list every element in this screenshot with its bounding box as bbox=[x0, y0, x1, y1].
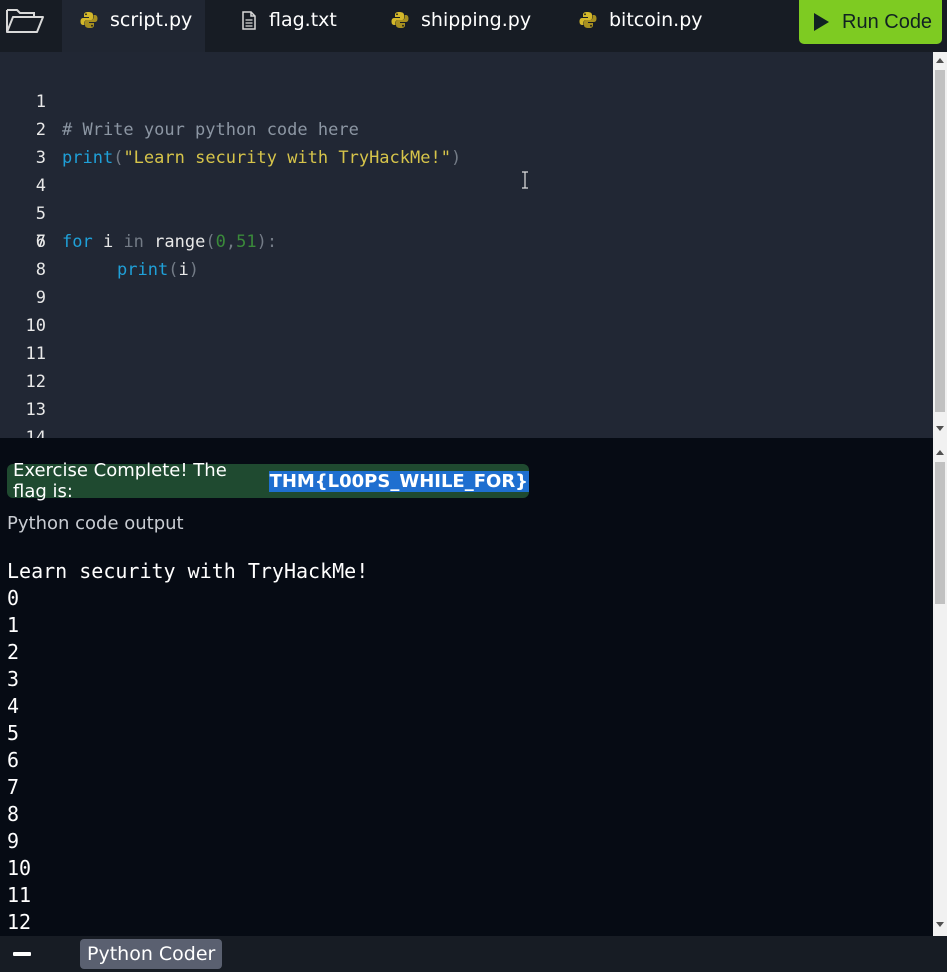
scrollbar-thumb[interactable] bbox=[935, 70, 945, 412]
line-number: 8 bbox=[35, 260, 46, 280]
output-line: 9 bbox=[7, 829, 20, 853]
line-number: 9 bbox=[35, 288, 46, 308]
output-line: 12 bbox=[7, 910, 32, 934]
code-line: 6 print(i) bbox=[0, 200, 933, 280]
output-console: Learn security with TryHackMe! 0 1 2 3 4… bbox=[7, 558, 368, 936]
line-number: 10 bbox=[25, 316, 46, 336]
scroll-up-icon[interactable] bbox=[936, 450, 944, 455]
tab-bar: script.py flag.txt shipping.py bitcoin.p… bbox=[0, 0, 947, 52]
output-line: 8 bbox=[7, 802, 20, 826]
tab-label: flag.txt bbox=[269, 9, 337, 31]
scroll-up-icon[interactable] bbox=[936, 58, 944, 63]
tab-shipping-py[interactable]: shipping.py bbox=[391, 0, 531, 52]
output-line: 6 bbox=[7, 748, 20, 772]
code-line: 3 bbox=[0, 116, 933, 168]
output-line: 7 bbox=[7, 775, 20, 799]
banner-text: Exercise Complete! The flag is: bbox=[13, 460, 227, 502]
app-label: Python Coder bbox=[87, 943, 216, 965]
code-line: 10 bbox=[0, 312, 933, 340]
line-number: 11 bbox=[25, 344, 46, 364]
code-editor[interactable]: 1 # Write your python code here 2 print(… bbox=[0, 52, 933, 438]
run-code-label: Run Code bbox=[842, 10, 933, 33]
minimize-icon[interactable] bbox=[13, 952, 31, 956]
output-title: Python code output bbox=[7, 513, 184, 534]
scroll-down-icon[interactable] bbox=[936, 922, 944, 927]
line-number: 14 bbox=[25, 428, 46, 438]
line-number: 12 bbox=[25, 372, 46, 392]
folder-open-icon[interactable] bbox=[4, 6, 46, 36]
code-line: 2 print("Learn security with TryHackMe!"… bbox=[0, 88, 933, 168]
play-icon bbox=[814, 13, 829, 31]
python-icon bbox=[579, 11, 597, 29]
run-code-button[interactable]: Run Code bbox=[799, 0, 942, 44]
output-line: 4 bbox=[7, 694, 20, 718]
scrollbar-thumb[interactable] bbox=[935, 462, 945, 604]
tab-label: script.py bbox=[110, 9, 193, 31]
tab-script-py[interactable]: script.py bbox=[62, 0, 205, 52]
code-line: 13 bbox=[0, 396, 933, 424]
output-line: 0 bbox=[7, 586, 20, 610]
output-line: 3 bbox=[7, 667, 20, 691]
success-banner: Exercise Complete! The flag is: THM{L00P… bbox=[7, 460, 529, 502]
code-line: 12 bbox=[0, 368, 933, 396]
line-number: 7 bbox=[35, 232, 46, 252]
taskbar-app-python-coder[interactable]: Python Coder bbox=[80, 939, 223, 969]
file-icon bbox=[241, 10, 257, 30]
flag-value[interactable]: THM{L00PS_WHILE_FOR} bbox=[268, 470, 529, 492]
code-line: 5 for i in range(0,51): bbox=[0, 172, 933, 252]
code-line: 11 bbox=[0, 340, 933, 368]
text-cursor-icon bbox=[522, 171, 528, 189]
code-line: 9 bbox=[0, 284, 933, 312]
code-line: 4 bbox=[0, 144, 933, 196]
line-number: 13 bbox=[25, 400, 46, 420]
code-line: 8 bbox=[0, 256, 933, 284]
output-line: 10 bbox=[7, 856, 32, 880]
output-line: Learn security with TryHackMe! bbox=[7, 559, 369, 583]
code-line: 1 # Write your python code here bbox=[0, 60, 933, 140]
tab-flag-txt[interactable]: flag.txt bbox=[241, 0, 337, 52]
code-line: 14 bbox=[0, 424, 933, 438]
output-line: 1 bbox=[7, 613, 20, 637]
taskbar: Python Coder bbox=[0, 936, 947, 972]
tab-label: shipping.py bbox=[421, 9, 532, 31]
output-panel: Exercise Complete! The flag is: THM{L00P… bbox=[0, 438, 933, 936]
output-line: 5 bbox=[7, 721, 20, 745]
editor-scrollbar[interactable] bbox=[933, 52, 947, 438]
output-line: 11 bbox=[7, 883, 32, 907]
tab-bitcoin-py[interactable]: bitcoin.py bbox=[579, 0, 703, 52]
tab-label: bitcoin.py bbox=[609, 9, 703, 31]
scroll-down-icon[interactable] bbox=[936, 426, 944, 431]
output-line: 2 bbox=[7, 640, 20, 664]
python-icon bbox=[391, 11, 409, 29]
code-line: 7 bbox=[0, 228, 933, 256]
python-icon bbox=[80, 11, 98, 29]
output-scrollbar[interactable] bbox=[933, 438, 947, 936]
